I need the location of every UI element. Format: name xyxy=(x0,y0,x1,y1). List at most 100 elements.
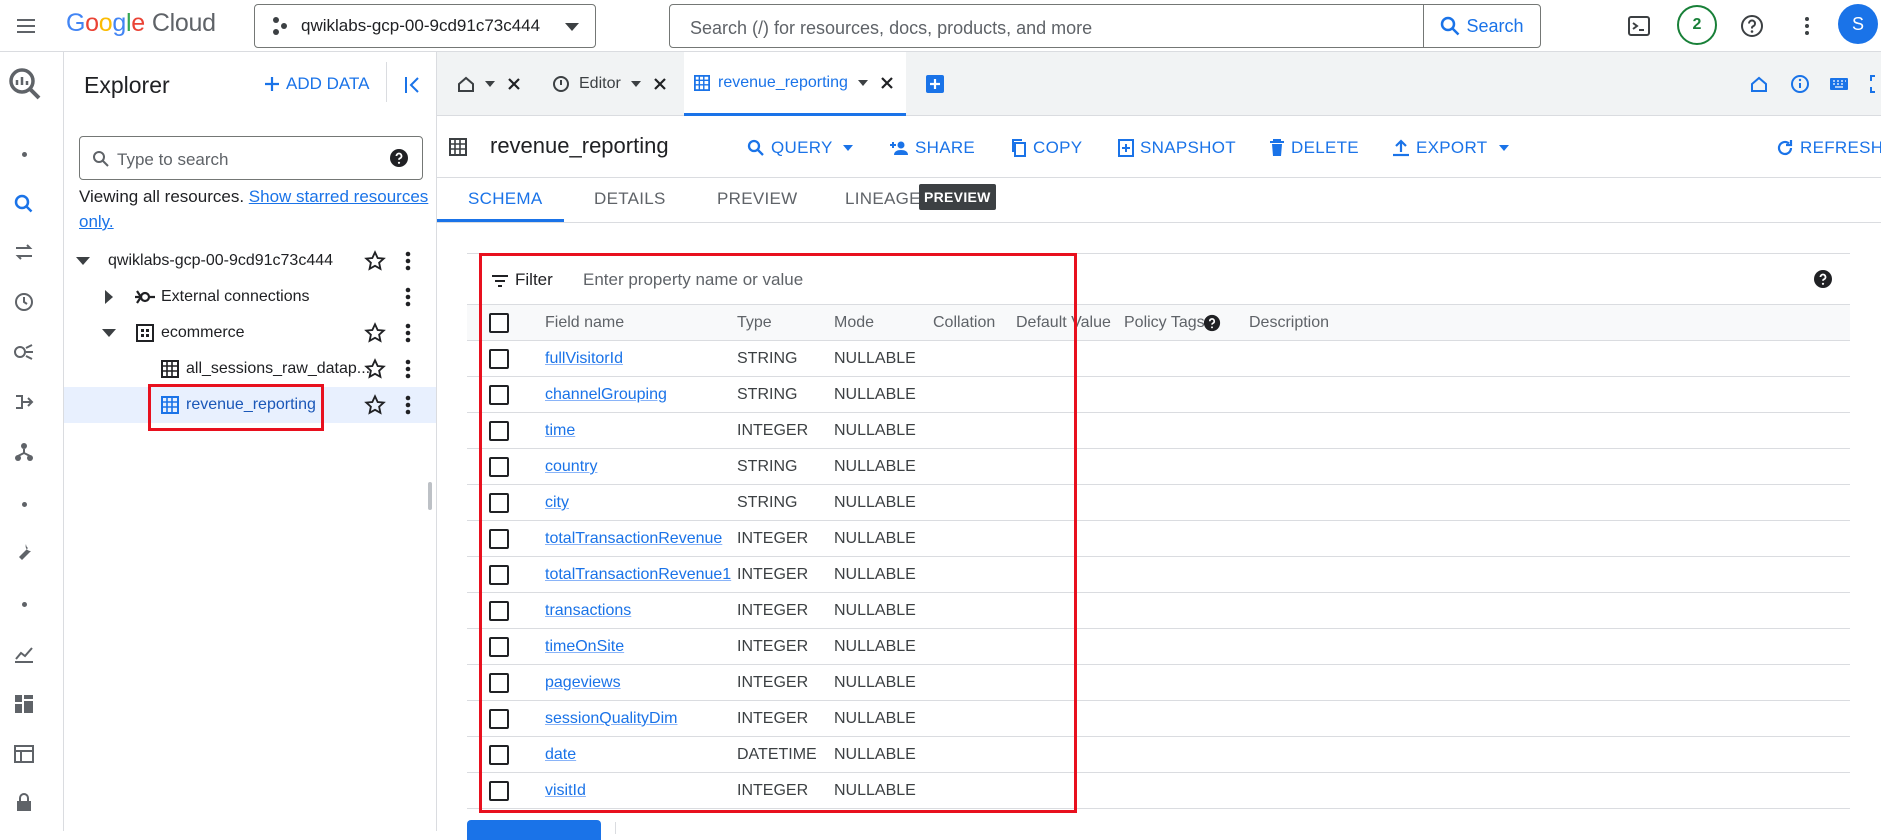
tab-revenue-reporting[interactable]: revenue_reporting xyxy=(684,52,906,116)
close-icon[interactable] xyxy=(653,77,667,91)
tab-label: Editor xyxy=(579,75,621,92)
star-icon[interactable] xyxy=(364,358,386,380)
wrench-icon[interactable] xyxy=(12,540,36,564)
dataform-icon[interactable] xyxy=(12,440,36,464)
chevron-down-icon xyxy=(565,23,579,31)
add-data-label: ADD DATA xyxy=(286,74,370,93)
nav-separator-dot xyxy=(22,602,27,607)
star-icon[interactable] xyxy=(364,322,386,344)
fullscreen-icon[interactable] xyxy=(1869,74,1881,94)
search-button[interactable]: Search xyxy=(1423,5,1540,47)
chevron-down-icon[interactable] xyxy=(102,329,116,337)
more-vert-icon[interactable] xyxy=(404,359,412,379)
refresh-button[interactable]: REFRESH xyxy=(1776,138,1881,158)
export-label: EXPORT xyxy=(1416,138,1488,157)
divider xyxy=(386,62,387,102)
dataset-icon xyxy=(136,324,154,342)
star-icon[interactable] xyxy=(364,394,386,416)
project-selector[interactable]: qwiklabs-gcp-00-9cd91c73c444 xyxy=(254,4,596,48)
tree-item-all-sessions[interactable]: all_sessions_raw_datap... xyxy=(64,351,436,387)
tab-preview[interactable]: PREVIEW xyxy=(717,189,798,209)
detail-tabs: SCHEMA DETAILS PREVIEW LINEAGE PREVIEW xyxy=(437,179,1881,223)
search-icon xyxy=(747,139,764,156)
project-icon xyxy=(273,17,287,35)
edit-schema-button[interactable] xyxy=(467,820,601,840)
export-button[interactable]: EXPORT xyxy=(1392,138,1515,158)
info-icon[interactable] xyxy=(1790,74,1810,94)
more-vert-icon[interactable] xyxy=(404,287,412,307)
tree-item-label: ecommerce xyxy=(161,324,245,341)
lock-icon[interactable] xyxy=(12,790,36,814)
upload-icon xyxy=(1393,139,1409,157)
query-button[interactable]: QUERY xyxy=(747,138,859,158)
help-icon[interactable] xyxy=(1813,269,1833,289)
help-icon[interactable] xyxy=(1740,14,1764,38)
search-input[interactable]: Search (/) for resources, docs, products… xyxy=(690,18,1092,39)
tree-item-external-connections[interactable]: External connections xyxy=(64,279,436,315)
chevron-right-icon[interactable] xyxy=(105,290,113,304)
global-search[interactable]: Search (/) for resources, docs, products… xyxy=(669,4,1541,48)
close-icon[interactable] xyxy=(880,76,894,90)
tab-schema[interactable]: SCHEMA xyxy=(468,189,543,209)
cloud-shell-icon[interactable] xyxy=(1627,14,1651,38)
explorer-search[interactable]: Type to search xyxy=(79,136,423,180)
table-icon xyxy=(694,74,710,91)
column-description[interactable]: Description xyxy=(1249,314,1329,332)
nav-separator-dot xyxy=(22,152,27,157)
tab-home[interactable] xyxy=(437,52,530,116)
delete-label: DELETE xyxy=(1291,138,1359,157)
chevron-down-icon[interactable] xyxy=(630,81,641,87)
transfer-icon[interactable] xyxy=(12,240,36,264)
column-policy-tags[interactable]: Policy Tags xyxy=(1124,314,1205,332)
left-nav-rail xyxy=(0,52,64,831)
notifications-badge[interactable]: 2 xyxy=(1677,5,1717,45)
settings-panel-icon[interactable] xyxy=(12,742,36,766)
query-icon xyxy=(553,76,569,92)
star-icon[interactable] xyxy=(364,250,386,272)
active-tab-indicator xyxy=(437,219,564,222)
home-icon[interactable] xyxy=(1750,75,1768,93)
monitoring-icon[interactable] xyxy=(12,642,36,666)
search-icon[interactable] xyxy=(12,192,36,216)
google-cloud-logo[interactable]: Google Cloud xyxy=(66,9,216,38)
more-vert-icon[interactable] xyxy=(404,323,412,343)
resize-handle[interactable] xyxy=(428,482,432,510)
copy-button[interactable]: COPY xyxy=(1011,138,1082,158)
more-vert-icon[interactable] xyxy=(1795,14,1819,38)
more-vert-icon[interactable] xyxy=(404,395,412,415)
avatar[interactable]: S xyxy=(1838,4,1878,44)
history-icon[interactable] xyxy=(12,290,36,314)
close-icon[interactable] xyxy=(507,77,521,91)
connection-icon xyxy=(135,290,155,304)
help-icon[interactable] xyxy=(1203,314,1221,332)
analytics-hub-icon[interactable] xyxy=(12,340,36,364)
delete-button[interactable]: DELETE xyxy=(1269,138,1359,158)
more-vert-icon[interactable] xyxy=(404,251,412,271)
share-button[interactable]: SHARE xyxy=(889,138,975,158)
pipelines-icon[interactable] xyxy=(12,390,36,414)
capacity-icon[interactable] xyxy=(12,692,36,716)
explorer-search-input[interactable]: Type to search xyxy=(117,150,229,170)
chevron-down-icon[interactable] xyxy=(485,81,495,87)
main-menu-icon[interactable] xyxy=(14,14,38,38)
tree-item-label: External connections xyxy=(161,288,310,305)
divider xyxy=(615,822,616,834)
tree-item-project[interactable]: qwiklabs-gcp-00-9cd91c73c444 xyxy=(64,243,436,279)
tree-item-ecommerce[interactable]: ecommerce xyxy=(64,315,436,351)
tab-editor[interactable]: Editor xyxy=(552,52,682,116)
chevron-down-icon[interactable] xyxy=(857,79,868,86)
chevron-down-icon xyxy=(1499,145,1510,151)
keyboard-icon[interactable] xyxy=(1829,77,1849,91)
collapse-panel-icon[interactable] xyxy=(404,76,422,94)
new-tab-icon[interactable] xyxy=(925,74,945,94)
chevron-down-icon xyxy=(842,145,853,151)
project-name: qwiklabs-gcp-00-9cd91c73c444 xyxy=(301,16,541,35)
add-data-button[interactable]: ADD DATA xyxy=(264,74,369,94)
snapshot-button[interactable]: SNAPSHOT xyxy=(1118,138,1236,158)
bigquery-logo-icon[interactable] xyxy=(7,66,43,102)
search-icon xyxy=(93,151,109,167)
help-icon[interactable] xyxy=(389,148,409,168)
chevron-down-icon[interactable] xyxy=(76,257,90,265)
tab-details[interactable]: DETAILS xyxy=(594,189,666,209)
refresh-icon xyxy=(1777,140,1793,156)
